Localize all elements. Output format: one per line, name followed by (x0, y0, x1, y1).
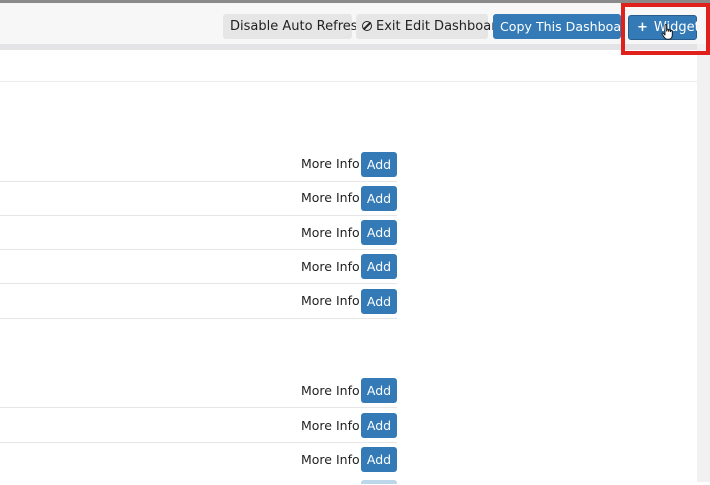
add-button[interactable]: Add (361, 289, 397, 314)
list-item: More Info Add (0, 447, 397, 485)
row-divider (0, 442, 397, 443)
list-item: More Info Add (0, 186, 397, 223)
list-item: More Info Add (0, 289, 397, 326)
more-info-link[interactable]: More Info (301, 258, 360, 276)
more-info-link[interactable]: More Info (301, 382, 360, 400)
scrollbar-track[interactable] (697, 44, 710, 482)
more-info-link[interactable]: More Info (301, 292, 360, 310)
more-info-link[interactable]: More Info (301, 224, 360, 242)
exit-edit-dashboard-label: Exit Edit Dashboard (376, 19, 505, 34)
row-divider (0, 215, 397, 216)
copy-this-dashboard-label: Copy This Dashboard (500, 19, 635, 34)
add-button[interactable]: Add (361, 186, 397, 211)
list-item: More Info Add (0, 378, 397, 416)
more-info-link[interactable]: More Info (301, 451, 360, 469)
list-item: More Info Add (0, 220, 397, 258)
hand-cursor-icon (661, 24, 673, 40)
row-divider (0, 283, 397, 284)
add-button[interactable]: Add (361, 220, 397, 245)
add-button[interactable]: Add (361, 254, 397, 279)
toolbar-divider (0, 44, 710, 50)
list-item: More Info Add (0, 254, 397, 292)
ban-icon (362, 21, 372, 31)
copy-this-dashboard-button[interactable]: Copy This Dashboard (493, 14, 634, 39)
add-button[interactable]: Add (361, 152, 397, 177)
add-button[interactable]: Add (361, 447, 397, 472)
row-divider (0, 181, 397, 182)
row-divider (0, 407, 397, 408)
row-divider (0, 249, 397, 250)
add-button-partial[interactable] (361, 480, 397, 484)
more-info-link[interactable]: More Info (301, 189, 360, 207)
list-item: More Info Add (0, 152, 397, 189)
add-button[interactable]: Add (361, 413, 397, 438)
disable-auto-refresh-label: Disable Auto Refresh (230, 19, 366, 34)
disable-auto-refresh-button[interactable]: Disable Auto Refresh (223, 14, 366, 39)
list-item: More Info Add (0, 413, 397, 451)
add-button[interactable]: Add (361, 378, 397, 403)
content-divider (0, 81, 697, 82)
exit-edit-dashboard-button[interactable]: Exit Edit Dashboard (356, 14, 505, 39)
more-info-link[interactable]: More Info (301, 155, 360, 173)
more-info-link[interactable]: More Info (301, 417, 360, 435)
row-divider (0, 318, 397, 319)
